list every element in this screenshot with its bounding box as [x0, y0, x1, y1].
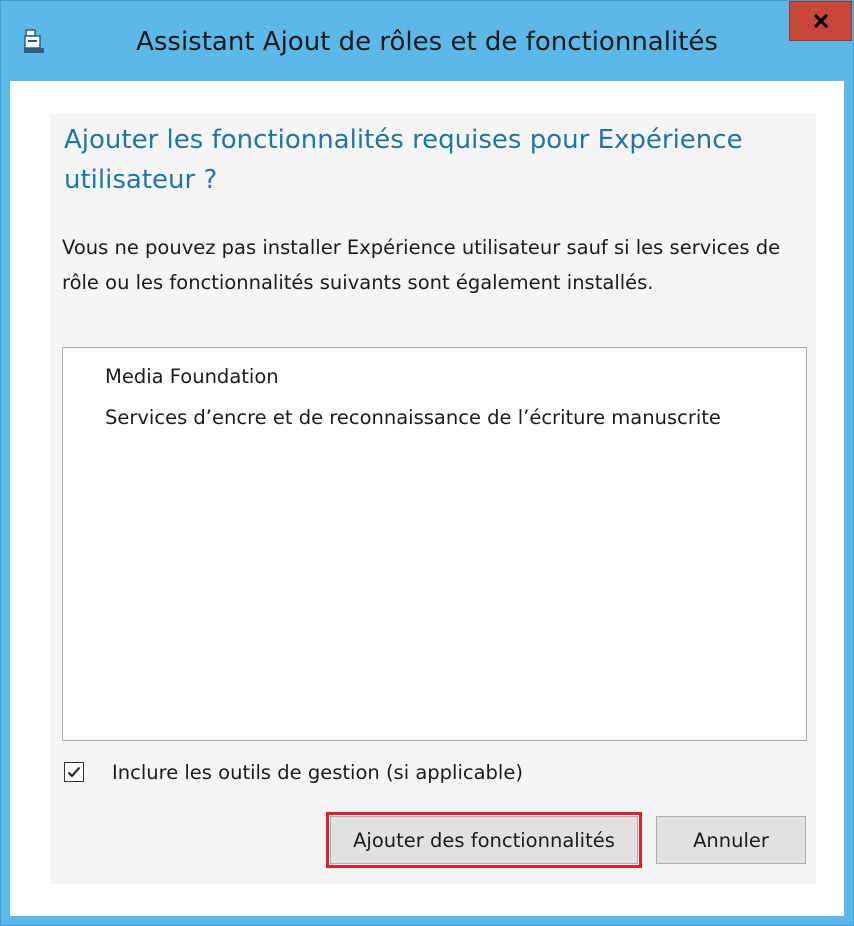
list-item-ink-handwriting: Services d’encre et de reconnaissance de…: [105, 406, 721, 429]
checkmark-icon: [67, 766, 81, 778]
add-features-button[interactable]: Ajouter des fonctionnalités: [330, 816, 638, 864]
list-item-media-foundation: Media Foundation: [105, 365, 279, 388]
title-bar[interactable]: Assistant Ajout de rôles et de fonctionn…: [1, 1, 853, 81]
required-features-list[interactable]: Media Foundation Services d’encre et de …: [62, 347, 807, 741]
include-tools-checkbox[interactable]: [64, 762, 84, 782]
dialog-heading: Ajouter les fonctionnalités requises pou…: [64, 125, 743, 195]
cancel-button[interactable]: Annuler: [656, 816, 806, 864]
close-icon: [813, 14, 828, 28]
close-button[interactable]: [789, 1, 852, 41]
window-title: Assistant Ajout de rôles et de fonctionn…: [136, 27, 718, 57]
dialog-message: Vous ne pouvez pas installer Expérience …: [62, 236, 781, 294]
include-tools-option[interactable]: Inclure les outils de gestion (si applic…: [64, 759, 523, 785]
include-tools-label: Inclure les outils de gestion (si applic…: [112, 760, 523, 784]
server-manager-icon: [23, 29, 45, 55]
